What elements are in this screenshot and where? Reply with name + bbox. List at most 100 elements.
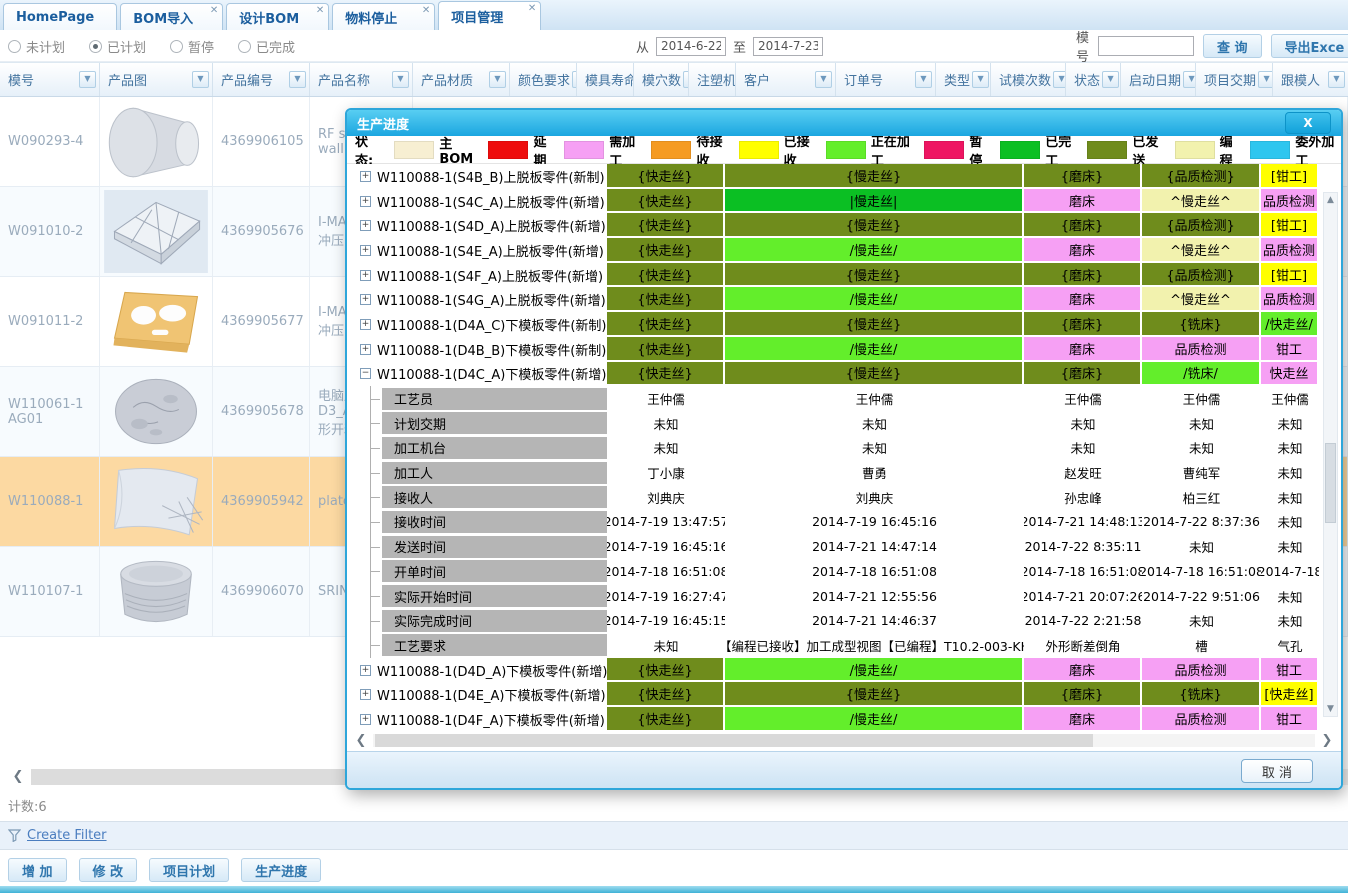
column-filter-icon[interactable]: ▼ xyxy=(79,71,96,88)
process-status-cell[interactable]: {铣床} xyxy=(1142,682,1261,707)
process-status-cell[interactable]: {快走丝} xyxy=(607,263,725,288)
process-status-cell[interactable]: 钳工 xyxy=(1261,707,1319,732)
process-status-cell[interactable]: {快走丝} xyxy=(607,238,725,263)
process-status-cell[interactable]: {快走丝} xyxy=(607,658,725,683)
radio-已完成[interactable]: 已完成 xyxy=(238,37,295,56)
scroll-up-icon[interactable]: ▲ xyxy=(1325,193,1336,207)
scroll-left-icon[interactable]: ❮ xyxy=(8,767,28,787)
part-row[interactable]: +W110088-1(S4C_A)上脱板零件(新增){快走丝}|慢走丝|磨床^慢… xyxy=(357,189,1319,214)
column-filter-icon[interactable]: ▼ xyxy=(489,71,506,88)
tab-close-icon[interactable]: ✕ xyxy=(528,3,536,14)
query-button[interactable]: 查 询 xyxy=(1203,34,1262,58)
tab-close-icon[interactable]: ✕ xyxy=(316,5,324,16)
grid-horizontal-scrollbar[interactable]: ❮ ❯ xyxy=(347,732,1341,749)
expand-icon[interactable]: + xyxy=(360,270,371,281)
cancel-button[interactable]: 取 消 xyxy=(1241,759,1313,783)
process-status-cell[interactable]: {快走丝} xyxy=(607,337,725,362)
process-status-cell[interactable]: /快走丝/ xyxy=(1261,312,1319,337)
part-row[interactable]: +W110088-1(D4F_A)下模板零件(新增){快走丝}/慢走丝/磨床品质… xyxy=(357,707,1319,732)
export-excel-button[interactable]: 导出Exce xyxy=(1271,34,1348,58)
column-header-类型[interactable]: 类型▼ xyxy=(936,63,991,96)
radio-dot[interactable] xyxy=(89,40,102,53)
process-status-cell[interactable]: /慢走丝/ xyxy=(725,238,1024,263)
column-filter-icon[interactable]: ▼ xyxy=(1053,71,1066,88)
grid-hscroll-track[interactable] xyxy=(373,734,1315,747)
process-status-cell[interactable]: [钳工] xyxy=(1261,263,1319,288)
part-row[interactable]: +W110088-1(S4F_A)上脱板零件(新增){快走丝}{慢走丝}{磨床}… xyxy=(357,263,1319,288)
column-header-订单号[interactable]: 订单号▼ xyxy=(836,63,936,96)
process-status-cell[interactable]: 品质检测 xyxy=(1142,337,1261,362)
process-status-cell[interactable]: /铣床/ xyxy=(1142,362,1261,387)
process-status-cell[interactable]: /慢走丝/ xyxy=(725,707,1024,732)
expand-icon[interactable]: + xyxy=(360,196,371,207)
process-status-cell[interactable]: {慢走丝} xyxy=(725,362,1024,387)
part-row[interactable]: +W110088-1(D4B_B)下模板零件(新制){快走丝}/慢走丝/磨床品质… xyxy=(357,337,1319,362)
tab-close-icon[interactable]: ✕ xyxy=(210,5,218,16)
process-status-cell[interactable]: [快走丝] xyxy=(1261,682,1319,707)
process-status-cell[interactable]: {快走丝} xyxy=(607,312,725,337)
expand-icon[interactable]: + xyxy=(360,294,371,305)
part-row[interactable]: +W110088-1(D4A_C)下模板零件(新制){快走丝}{慢走丝}{磨床}… xyxy=(357,312,1319,337)
process-status-cell[interactable]: {快走丝} xyxy=(607,682,725,707)
column-filter-icon[interactable]: ▼ xyxy=(1328,71,1345,88)
column-header-客户[interactable]: 客户▼ xyxy=(736,63,836,96)
process-status-cell[interactable]: [钳工] xyxy=(1261,213,1319,238)
process-status-cell[interactable]: 快走丝 xyxy=(1261,362,1319,387)
tab-BOM导入[interactable]: BOM导入✕ xyxy=(120,3,223,30)
process-status-cell[interactable]: {快走丝} xyxy=(607,362,725,387)
expand-icon[interactable]: + xyxy=(360,319,371,330)
process-status-cell[interactable]: {磨床} xyxy=(1024,362,1142,387)
radio-dot[interactable] xyxy=(170,40,183,53)
scroll-down-icon[interactable]: ▼ xyxy=(1325,702,1336,716)
grid-scroll-left-icon[interactable]: ❮ xyxy=(351,731,371,751)
process-status-cell[interactable]: ^慢走丝^ xyxy=(1142,287,1261,312)
process-status-cell[interactable]: 品质检测 xyxy=(1142,707,1261,732)
column-header-注塑机[interactable]: 注塑机▼ xyxy=(689,63,736,96)
radio-dot[interactable] xyxy=(8,40,21,53)
process-status-cell[interactable]: {磨床} xyxy=(1024,164,1142,189)
radio-暂停[interactable]: 暂停 xyxy=(170,37,214,56)
column-filter-icon[interactable]: ▼ xyxy=(1258,71,1273,88)
expand-icon[interactable]: + xyxy=(360,344,371,355)
grid-vertical-scrollbar[interactable]: ▲ ▼ xyxy=(1323,192,1338,717)
process-status-cell[interactable]: |慢走丝| xyxy=(725,189,1024,214)
process-status-cell[interactable]: 品质检测 xyxy=(1261,287,1319,312)
process-status-cell[interactable]: {慢走丝} xyxy=(725,213,1024,238)
process-status-cell[interactable]: {快走丝} xyxy=(607,164,725,189)
action-button-生产进度[interactable]: 生产进度 xyxy=(241,858,321,882)
process-status-cell[interactable]: 磨床 xyxy=(1024,707,1142,732)
column-header-模穴数[interactable]: 模穴数▼ xyxy=(634,63,689,96)
part-row[interactable]: +W110088-1(S4E_A)上脱板零件(新增){快走丝}/慢走丝/磨床^慢… xyxy=(357,238,1319,263)
expand-icon[interactable]: + xyxy=(360,220,371,231)
process-status-cell[interactable]: 品质检测 xyxy=(1261,238,1319,263)
action-button-项目计划[interactable]: 项目计划 xyxy=(149,858,229,882)
part-row[interactable]: +W110088-1(D4E_A)下模板零件(新增){快走丝}{慢走丝}{磨床}… xyxy=(357,682,1319,707)
column-header-启动日期[interactable]: 启动日期▼ xyxy=(1121,63,1196,96)
part-row[interactable]: +W110088-1(S4G_A)上脱板零件(新增){快走丝}/慢走丝/磨床^慢… xyxy=(357,287,1319,312)
grid-scroll-right-icon[interactable]: ❯ xyxy=(1317,731,1337,751)
radio-已计划[interactable]: 已计划 xyxy=(89,37,146,56)
tab-项目管理[interactable]: 项目管理✕ xyxy=(438,1,541,30)
process-status-cell[interactable]: {磨床} xyxy=(1024,263,1142,288)
process-status-cell[interactable]: {铣床} xyxy=(1142,312,1261,337)
expand-icon[interactable]: + xyxy=(360,714,371,725)
column-filter-icon[interactable]: ▼ xyxy=(915,71,932,88)
part-row[interactable]: +W110088-1(D4D_A)下模板零件(新增){快走丝}/慢走丝/磨床品质… xyxy=(357,658,1319,683)
close-icon[interactable]: X xyxy=(1285,112,1331,134)
process-status-cell[interactable]: {慢走丝} xyxy=(725,263,1024,288)
part-row[interactable]: +W110088-1(S4D_A)上脱板零件(新增){快走丝}{慢走丝}{磨床}… xyxy=(357,213,1319,238)
process-status-cell[interactable]: 磨床 xyxy=(1024,238,1142,263)
process-status-cell[interactable]: {快走丝} xyxy=(607,287,725,312)
dialog-title-bar[interactable]: 生产进度 X xyxy=(347,110,1341,136)
process-status-cell[interactable]: {品质检测} xyxy=(1142,263,1261,288)
date-from-input[interactable] xyxy=(656,37,726,56)
grid-hscroll-thumb[interactable] xyxy=(375,734,1093,747)
column-header-模具寿命[interactable]: 模具寿命▼ xyxy=(577,63,634,96)
process-status-cell[interactable]: ^慢走丝^ xyxy=(1142,189,1261,214)
process-status-cell[interactable]: ^慢走丝^ xyxy=(1142,238,1261,263)
process-status-cell[interactable]: {品质检测} xyxy=(1142,213,1261,238)
part-row[interactable]: +W110088-1(S4B_B)上脱板零件(新制){快走丝}{慢走丝}{磨床}… xyxy=(357,164,1319,189)
process-status-cell[interactable]: {慢走丝} xyxy=(725,312,1024,337)
expand-icon[interactable]: + xyxy=(360,245,371,256)
column-header-产品编号[interactable]: 产品编号▼ xyxy=(213,63,310,96)
